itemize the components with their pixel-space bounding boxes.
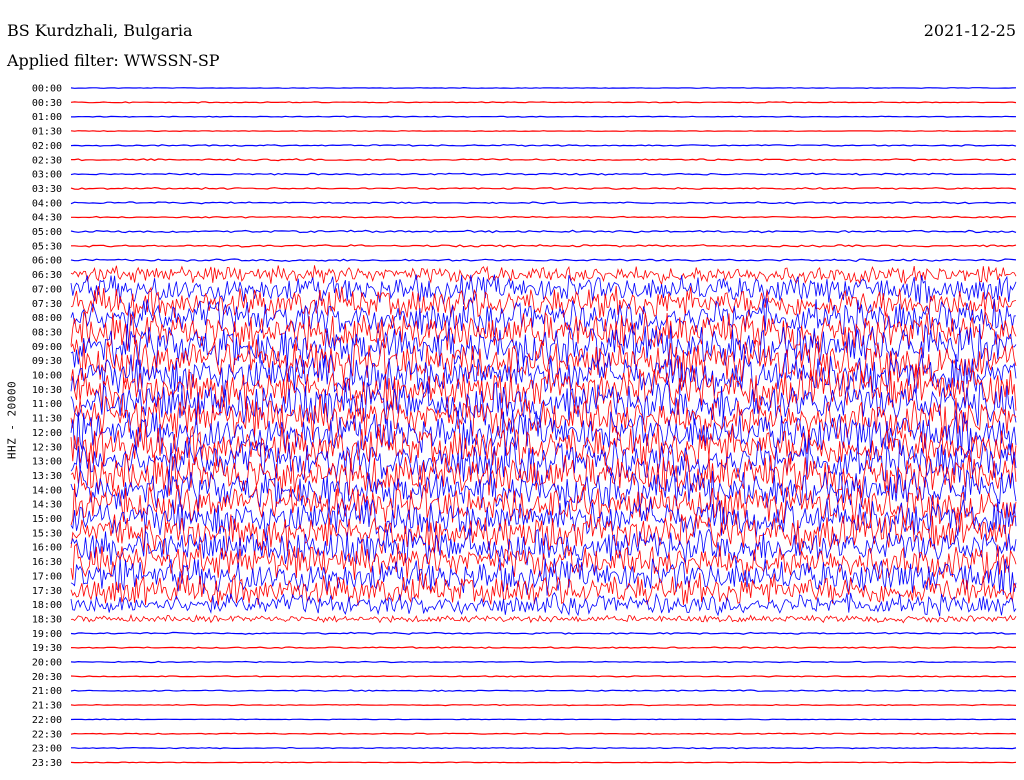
time-tick-label: 15:30 xyxy=(32,528,62,539)
trace-line xyxy=(70,410,1017,457)
time-tick-label: 09:00 xyxy=(32,342,62,353)
trace-line xyxy=(70,732,1017,735)
time-tick-label: 15:00 xyxy=(32,514,62,525)
time-tick-label: 04:00 xyxy=(32,198,62,209)
time-tick-label: 09:30 xyxy=(32,356,62,367)
trace-line xyxy=(71,746,1017,750)
time-tick-label: 02:00 xyxy=(32,141,62,152)
time-tick-label: 13:00 xyxy=(32,457,62,468)
time-tick-label: 16:00 xyxy=(32,543,62,554)
time-tick-label: 22:30 xyxy=(32,729,62,740)
time-tick-label: 12:00 xyxy=(32,428,62,439)
trace-line xyxy=(70,646,1017,649)
time-tick-label: 08:30 xyxy=(32,327,62,338)
time-tick-label: 01:00 xyxy=(32,112,62,123)
time-tick-label: 12:30 xyxy=(32,442,62,453)
trace-line xyxy=(70,86,1017,90)
time-tick-label: 00:30 xyxy=(32,98,62,109)
time-tick-label: 02:30 xyxy=(32,155,62,166)
trace-line xyxy=(71,158,1017,162)
time-tick-label: 11:00 xyxy=(32,399,62,410)
time-tick-label: 14:30 xyxy=(32,500,62,511)
time-tick-label: 13:30 xyxy=(32,471,62,482)
trace-line xyxy=(71,244,1017,248)
trace-line xyxy=(71,215,1017,219)
time-tick-label: 03:30 xyxy=(32,184,62,195)
time-tick-label: 17:00 xyxy=(32,571,62,582)
time-tick-label: 03:00 xyxy=(32,170,62,181)
time-tick-label: 04:30 xyxy=(32,213,62,224)
helicorder-plot: 00:00 00:30 01:00 01:30 02:00 02:30 03:00 03:30… xyxy=(32,84,1017,769)
trace-line xyxy=(70,613,1017,624)
time-tick-label: 21:30 xyxy=(32,701,62,712)
trace-line xyxy=(70,423,1017,468)
time-tick-label: 10:30 xyxy=(32,385,62,396)
time-tick-label: 10:00 xyxy=(32,371,62,382)
trace-line xyxy=(70,718,1017,721)
time-tick-label: 21:00 xyxy=(32,686,62,697)
time-tick-label: 11:30 xyxy=(32,414,62,425)
trace-line xyxy=(70,592,1017,617)
trace-line xyxy=(70,285,1017,319)
time-tick-label: 07:00 xyxy=(32,284,62,295)
trace-line xyxy=(70,186,1017,190)
time-tick-label: 19:00 xyxy=(32,629,62,640)
time-tick-label: 19:30 xyxy=(32,643,62,654)
time-tick-label: 23:30 xyxy=(32,758,62,769)
time-tick-label: 00:00 xyxy=(32,84,62,95)
time-tick-label: 17:30 xyxy=(32,586,62,597)
trace-line xyxy=(70,660,1017,664)
time-tick-label: 05:30 xyxy=(32,241,62,252)
time-tick-label: 05:00 xyxy=(32,227,62,238)
time-tick-label: 20:00 xyxy=(32,658,62,669)
time-tick-label: 16:30 xyxy=(32,557,62,568)
trace-line xyxy=(70,201,1017,205)
trace-line xyxy=(70,675,1016,678)
trace-line xyxy=(70,511,1017,555)
trace-line xyxy=(70,557,1017,596)
trace-line xyxy=(70,631,1017,635)
time-tick-label: 18:00 xyxy=(32,600,62,611)
time-tick-label: 07:30 xyxy=(32,299,62,310)
trace-line xyxy=(70,395,1017,442)
trace-line xyxy=(70,703,1017,707)
time-tick-label: 22:00 xyxy=(32,715,62,726)
trace-line xyxy=(70,542,1017,581)
time-tick-label: 06:00 xyxy=(32,256,62,267)
trace-line xyxy=(70,265,1017,286)
trace-line xyxy=(70,172,1017,176)
time-tick-label: 08:00 xyxy=(32,313,62,324)
trace-line xyxy=(70,689,1017,693)
trace-line xyxy=(71,115,1017,118)
time-tick-label: 18:30 xyxy=(32,614,62,625)
time-tick-label: 23:00 xyxy=(32,744,62,755)
time-tick-label: 06:30 xyxy=(32,270,62,281)
trace-line xyxy=(70,229,1017,234)
trace-line xyxy=(70,101,1017,104)
time-tick-label: 14:00 xyxy=(32,485,62,496)
trace-line xyxy=(70,258,1017,263)
trace-line xyxy=(70,761,1017,764)
time-tick-label: 01:30 xyxy=(32,127,62,138)
time-tick-label: 20:30 xyxy=(32,672,62,683)
trace-line xyxy=(70,130,1017,133)
trace-line xyxy=(70,143,1017,147)
